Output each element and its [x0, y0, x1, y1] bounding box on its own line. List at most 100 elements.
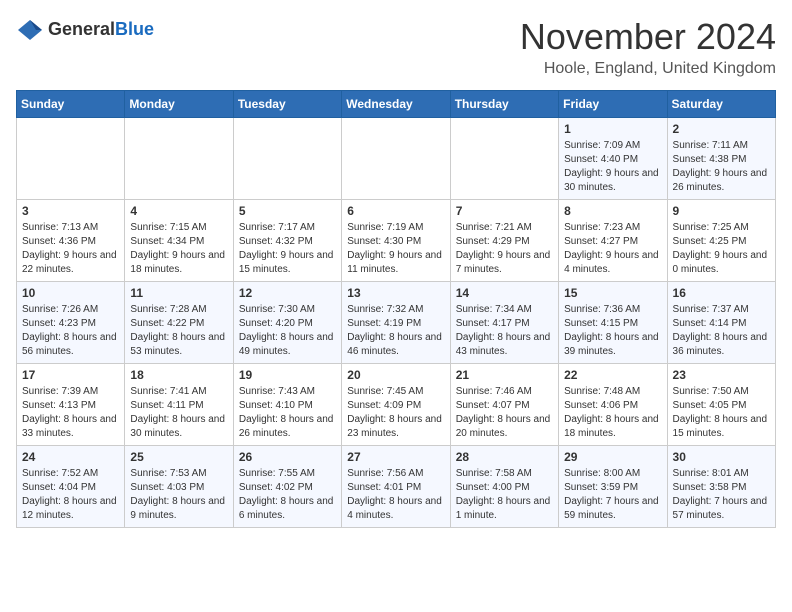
day-info: Sunrise: 7:39 AM Sunset: 4:13 PM Dayligh…	[22, 385, 119, 441]
calendar-cell: 10Sunrise: 7:26 AM Sunset: 4:23 PM Dayli…	[17, 282, 125, 364]
day-info: Sunrise: 7:37 AM Sunset: 4:14 PM Dayligh…	[673, 303, 770, 359]
calendar-cell: 17 Sunrise: 7:39 AM Sunset: 4:13 PM Dayli…	[17, 364, 125, 446]
day-number: 30	[673, 450, 770, 464]
calendar-table: SundayMondayTuesdayWednesdayThursdayFrid…	[16, 90, 776, 528]
calendar-cell: 21 Sunrise: 7:46 AM Sunset: 4:07 PM Dayli…	[450, 364, 558, 446]
calendar-cell	[17, 118, 125, 200]
day-number: 3	[22, 204, 119, 218]
calendar-cell	[342, 118, 450, 200]
calendar-cell: 29 Sunrise: 8:00 AM Sunset: 3:59 PM Dayli…	[559, 446, 667, 528]
day-info: Sunrise: 7:55 AM Sunset: 4:02 PM Dayligh…	[239, 467, 336, 523]
calendar-cell: 18 Sunrise: 7:41 AM Sunset: 4:11 PM Dayli…	[125, 364, 233, 446]
day-number: 29	[564, 450, 661, 464]
day-number: 23	[673, 368, 770, 382]
calendar-cell: 15Sunrise: 7:36 AM Sunset: 4:15 PM Dayli…	[559, 282, 667, 364]
day-number: 27	[347, 450, 444, 464]
day-info: Sunrise: 8:00 AM Sunset: 3:59 PM Dayligh…	[564, 467, 661, 523]
day-number: 21	[456, 368, 553, 382]
weekday-header-tuesday: Tuesday	[233, 91, 341, 118]
calendar-cell: 25 Sunrise: 7:53 AM Sunset: 4:03 PM Dayli…	[125, 446, 233, 528]
calendar-cell: 9 Sunrise: 7:25 AM Sunset: 4:25 PM Daylig…	[667, 200, 775, 282]
weekday-header-thursday: Thursday	[450, 91, 558, 118]
day-info: Sunrise: 7:34 AM Sunset: 4:17 PM Dayligh…	[456, 303, 553, 359]
calendar-cell: 3Sunrise: 7:13 AM Sunset: 4:36 PM Daylig…	[17, 200, 125, 282]
day-number: 22	[564, 368, 661, 382]
calendar-cell: 7 Sunrise: 7:21 AM Sunset: 4:29 PM Daylig…	[450, 200, 558, 282]
day-number: 24	[22, 450, 119, 464]
calendar-cell: 14 Sunrise: 7:34 AM Sunset: 4:17 PM Dayli…	[450, 282, 558, 364]
day-number: 26	[239, 450, 336, 464]
calendar-cell: 6 Sunrise: 7:19 AM Sunset: 4:30 PM Daylig…	[342, 200, 450, 282]
day-number: 28	[456, 450, 553, 464]
calendar-cell: 5 Sunrise: 7:17 AM Sunset: 4:32 PM Daylig…	[233, 200, 341, 282]
day-info: Sunrise: 7:19 AM Sunset: 4:30 PM Dayligh…	[347, 221, 444, 277]
title-area: November 2024 Hoole, England, United Kin…	[520, 16, 776, 78]
day-info: Sunrise: 7:56 AM Sunset: 4:01 PM Dayligh…	[347, 467, 444, 523]
day-info: Sunrise: 7:48 AM Sunset: 4:06 PM Dayligh…	[564, 385, 661, 441]
day-number: 8	[564, 204, 661, 218]
day-info: Sunrise: 7:52 AM Sunset: 4:04 PM Dayligh…	[22, 467, 119, 523]
day-info: Sunrise: 7:43 AM Sunset: 4:10 PM Dayligh…	[239, 385, 336, 441]
logo: GeneralBlue	[16, 16, 154, 44]
calendar-cell: 1 Sunrise: 7:09 AM Sunset: 4:40 PM Daylig…	[559, 118, 667, 200]
week-row-3: 10Sunrise: 7:26 AM Sunset: 4:23 PM Dayli…	[17, 282, 776, 364]
calendar-cell: 8 Sunrise: 7:23 AM Sunset: 4:27 PM Daylig…	[559, 200, 667, 282]
weekday-header-saturday: Saturday	[667, 91, 775, 118]
day-info: Sunrise: 7:11 AM Sunset: 4:38 PM Dayligh…	[673, 139, 770, 195]
day-info: Sunrise: 7:32 AM Sunset: 4:19 PM Dayligh…	[347, 303, 444, 359]
day-info: Sunrise: 7:21 AM Sunset: 4:29 PM Dayligh…	[456, 221, 553, 277]
day-number: 1	[564, 122, 661, 136]
day-number: 17	[22, 368, 119, 382]
day-number: 7	[456, 204, 553, 218]
day-number: 10	[22, 286, 119, 300]
day-number: 9	[673, 204, 770, 218]
day-info: Sunrise: 7:28 AM Sunset: 4:22 PM Dayligh…	[130, 303, 227, 359]
day-number: 11	[130, 286, 227, 300]
logo-icon	[16, 16, 44, 44]
calendar-cell: 19 Sunrise: 7:43 AM Sunset: 4:10 PM Dayli…	[233, 364, 341, 446]
day-info: Sunrise: 7:58 AM Sunset: 4:00 PM Dayligh…	[456, 467, 553, 523]
day-number: 20	[347, 368, 444, 382]
calendar-cell: 23 Sunrise: 7:50 AM Sunset: 4:05 PM Dayli…	[667, 364, 775, 446]
day-info: Sunrise: 7:30 AM Sunset: 4:20 PM Dayligh…	[239, 303, 336, 359]
calendar-cell: 27 Sunrise: 7:56 AM Sunset: 4:01 PM Dayli…	[342, 446, 450, 528]
calendar-cell: 16 Sunrise: 7:37 AM Sunset: 4:14 PM Dayli…	[667, 282, 775, 364]
week-row-2: 3Sunrise: 7:13 AM Sunset: 4:36 PM Daylig…	[17, 200, 776, 282]
calendar-cell: 30 Sunrise: 8:01 AM Sunset: 3:58 PM Dayli…	[667, 446, 775, 528]
day-number: 2	[673, 122, 770, 136]
day-number: 16	[673, 286, 770, 300]
day-info: Sunrise: 7:45 AM Sunset: 4:09 PM Dayligh…	[347, 385, 444, 441]
calendar-cell: 13 Sunrise: 7:32 AM Sunset: 4:19 PM Dayli…	[342, 282, 450, 364]
day-info: Sunrise: 8:01 AM Sunset: 3:58 PM Dayligh…	[673, 467, 770, 523]
day-info: Sunrise: 7:23 AM Sunset: 4:27 PM Dayligh…	[564, 221, 661, 277]
calendar-cell: 26 Sunrise: 7:55 AM Sunset: 4:02 PM Dayli…	[233, 446, 341, 528]
day-info: Sunrise: 7:46 AM Sunset: 4:07 PM Dayligh…	[456, 385, 553, 441]
day-number: 14	[456, 286, 553, 300]
calendar-cell: 28 Sunrise: 7:58 AM Sunset: 4:00 PM Dayli…	[450, 446, 558, 528]
day-number: 5	[239, 204, 336, 218]
month-title: November 2024	[520, 16, 776, 58]
day-number: 19	[239, 368, 336, 382]
day-number: 6	[347, 204, 444, 218]
day-info: Sunrise: 7:17 AM Sunset: 4:32 PM Dayligh…	[239, 221, 336, 277]
calendar-cell: 20 Sunrise: 7:45 AM Sunset: 4:09 PM Dayli…	[342, 364, 450, 446]
calendar-cell: 12Sunrise: 7:30 AM Sunset: 4:20 PM Dayli…	[233, 282, 341, 364]
week-row-5: 24 Sunrise: 7:52 AM Sunset: 4:04 PM Dayli…	[17, 446, 776, 528]
day-number: 4	[130, 204, 227, 218]
day-number: 13	[347, 286, 444, 300]
calendar-cell: 22 Sunrise: 7:48 AM Sunset: 4:06 PM Dayli…	[559, 364, 667, 446]
logo-text: GeneralBlue	[48, 20, 154, 40]
day-info: Sunrise: 7:41 AM Sunset: 4:11 PM Dayligh…	[130, 385, 227, 441]
day-info: Sunrise: 7:25 AM Sunset: 4:25 PM Dayligh…	[673, 221, 770, 277]
day-info: Sunrise: 7:53 AM Sunset: 4:03 PM Dayligh…	[130, 467, 227, 523]
day-info: Sunrise: 7:09 AM Sunset: 4:40 PM Dayligh…	[564, 139, 661, 195]
calendar-cell: 11 Sunrise: 7:28 AM Sunset: 4:22 PM Dayli…	[125, 282, 233, 364]
day-number: 18	[130, 368, 227, 382]
day-number: 25	[130, 450, 227, 464]
location-title: Hoole, England, United Kingdom	[520, 60, 776, 78]
day-info: Sunrise: 7:15 AM Sunset: 4:34 PM Dayligh…	[130, 221, 227, 277]
day-info: Sunrise: 7:50 AM Sunset: 4:05 PM Dayligh…	[673, 385, 770, 441]
weekday-header-friday: Friday	[559, 91, 667, 118]
calendar-cell	[233, 118, 341, 200]
weekday-header-monday: Monday	[125, 91, 233, 118]
